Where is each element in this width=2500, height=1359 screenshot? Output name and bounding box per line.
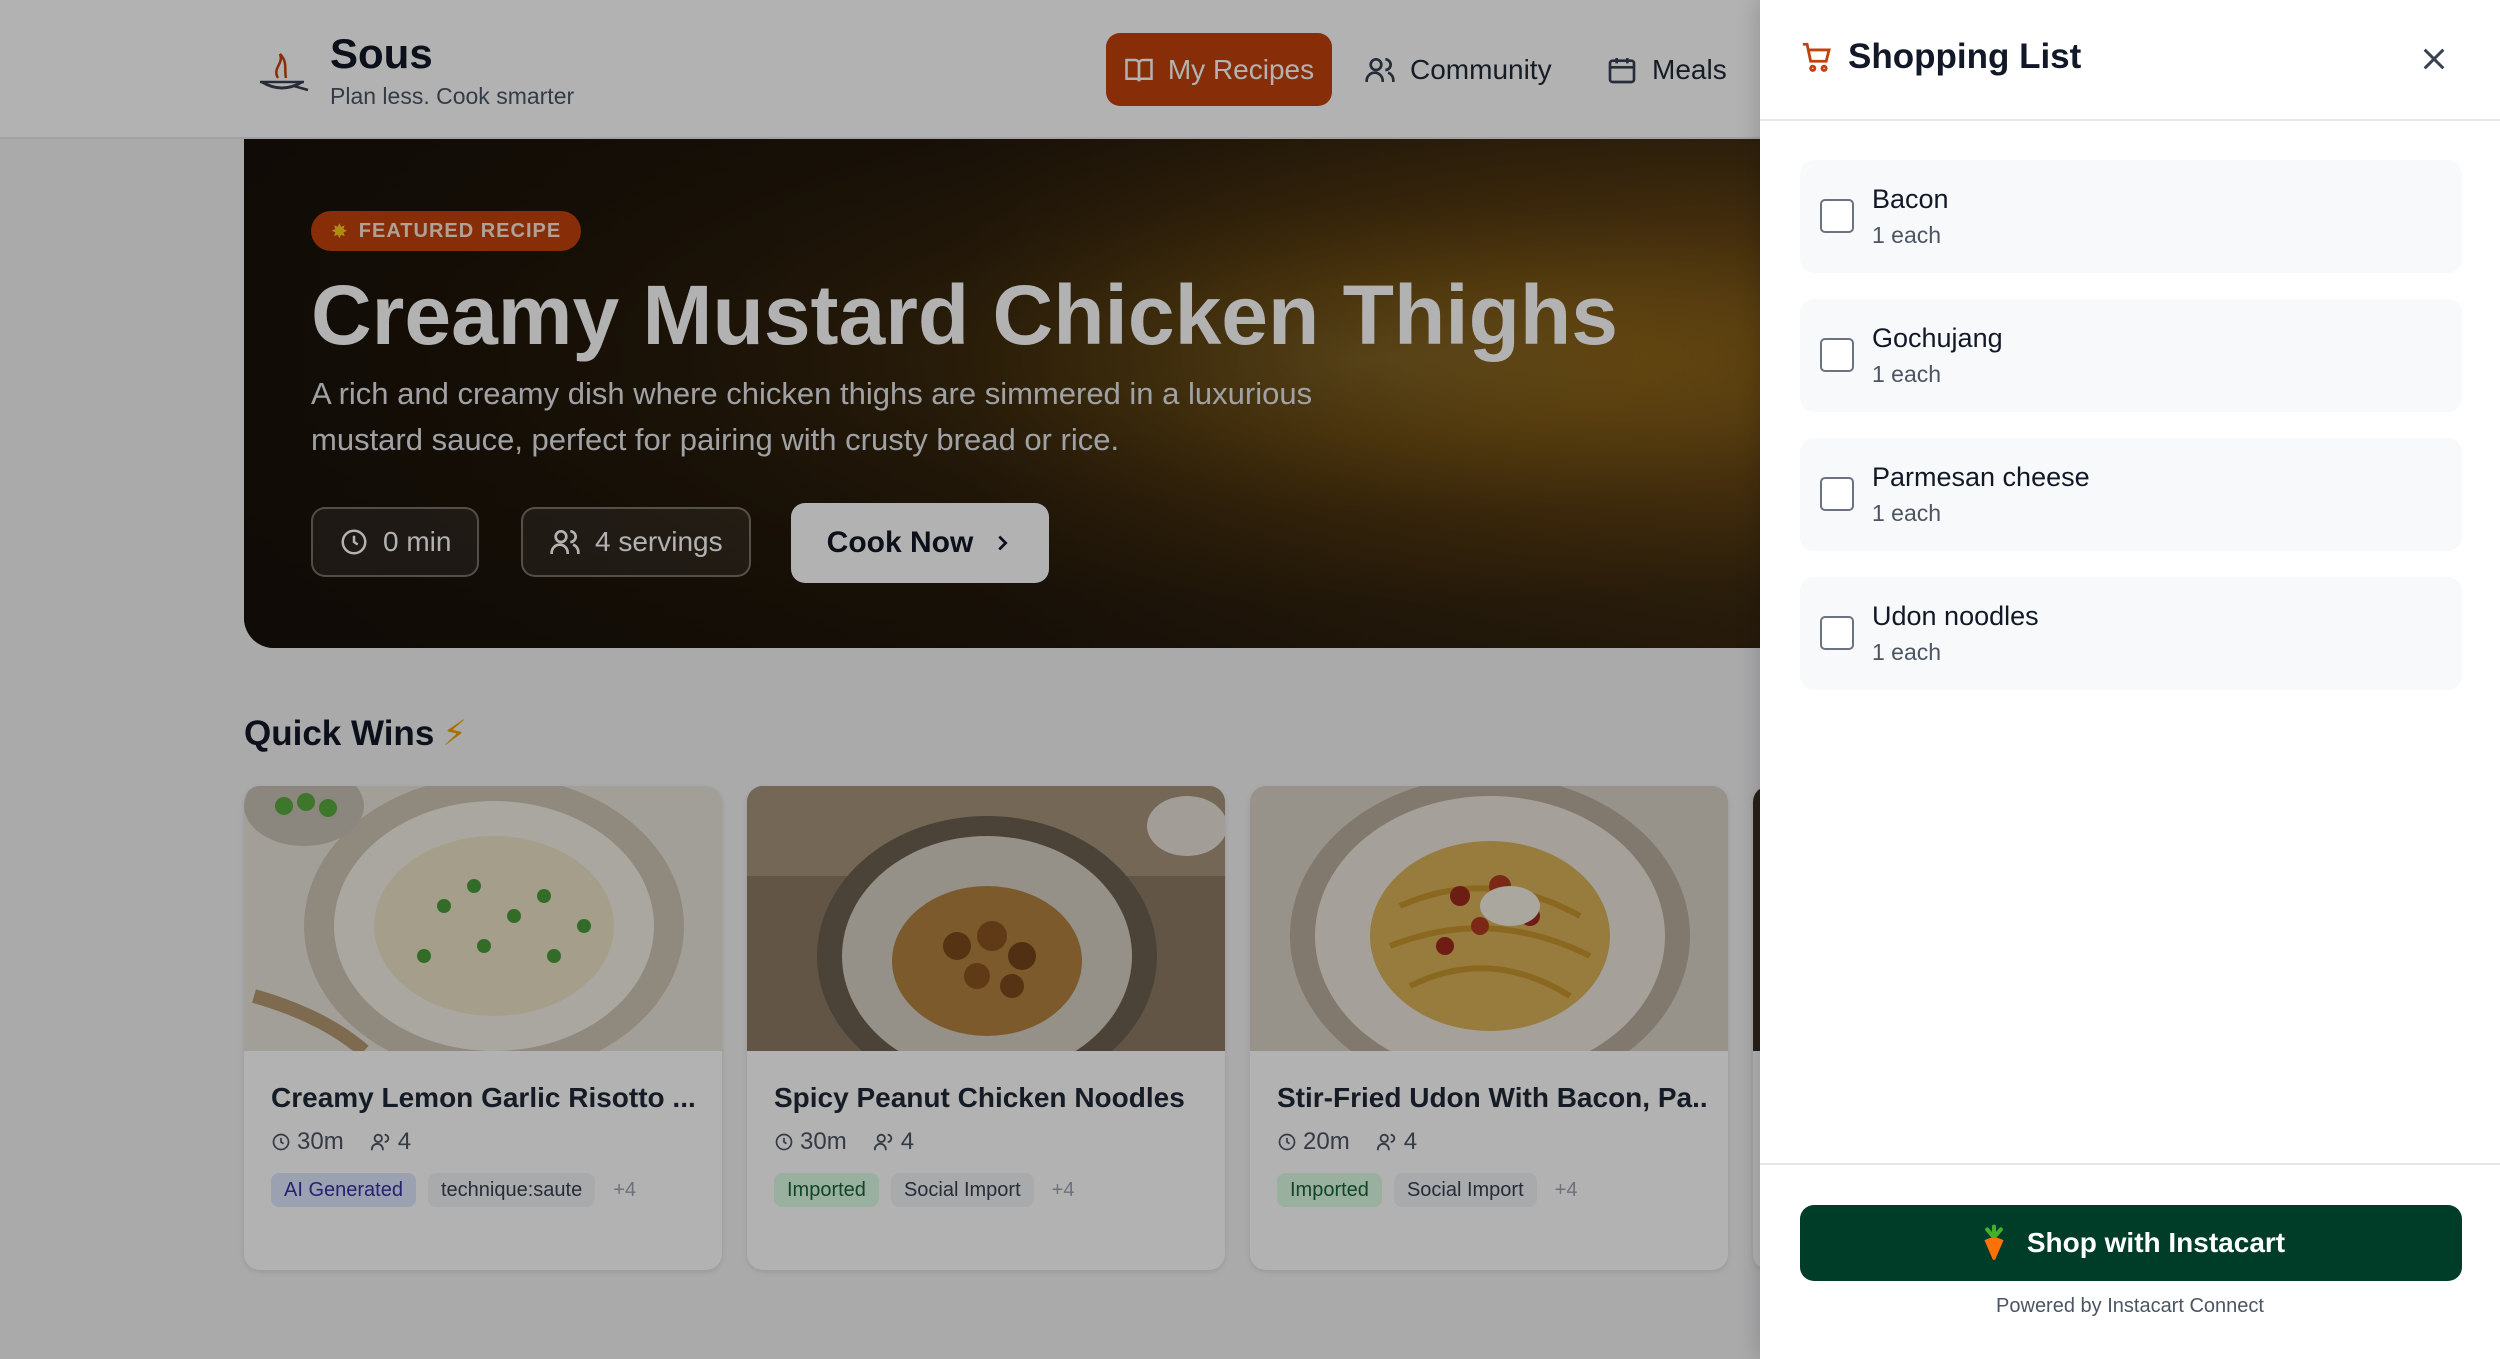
shopping-list-item: Bacon 1 each: [1800, 160, 2462, 273]
close-icon: [2423, 48, 2445, 70]
item-name: Parmesan cheese: [1872, 462, 2090, 492]
shopping-list-item: Udon noodles 1 each: [1800, 577, 2462, 690]
item-quantity: 1 each: [1872, 361, 1942, 387]
shop-with-instacart-button[interactable]: Shop with Instacart: [1800, 1205, 2462, 1281]
item-checkbox[interactable]: [1820, 338, 1854, 372]
close-button[interactable]: [2412, 37, 2456, 81]
shopping-list-drawer: Shopping List Bacon 1 each Gochujang 1 e…: [1760, 0, 2500, 1359]
item-quantity: 1 each: [1872, 222, 1942, 248]
item-checkbox[interactable]: [1820, 477, 1854, 511]
drawer-header: Shopping List: [1760, 0, 2500, 121]
item-name: Bacon: [1872, 184, 1949, 214]
shopping-list-item: Parmesan cheese 1 each: [1800, 438, 2462, 551]
item-quantity: 1 each: [1872, 639, 1942, 665]
item-checkbox[interactable]: [1820, 616, 1854, 650]
powered-by-text: Powered by Instacart Connect: [1996, 1295, 2264, 1317]
drawer-title-label: Shopping List: [1848, 37, 2082, 76]
drawer-title: Shopping List: [1800, 37, 2081, 77]
shop-with-instacart-label: Shop with Instacart: [2026, 1227, 2286, 1258]
item-checkbox[interactable]: [1820, 199, 1854, 233]
item-name: Gochujang: [1872, 323, 2003, 353]
carrot-icon: [1984, 1224, 2004, 1260]
shopping-list-item: Gochujang 1 each: [1800, 299, 2462, 412]
item-name: Udon noodles: [1872, 601, 2039, 631]
item-quantity: 1 each: [1872, 500, 1942, 526]
cart-icon: [1802, 42, 1831, 72]
drawer-footer: Shop with Instacart Powered by Instacart…: [1760, 1163, 2500, 1359]
